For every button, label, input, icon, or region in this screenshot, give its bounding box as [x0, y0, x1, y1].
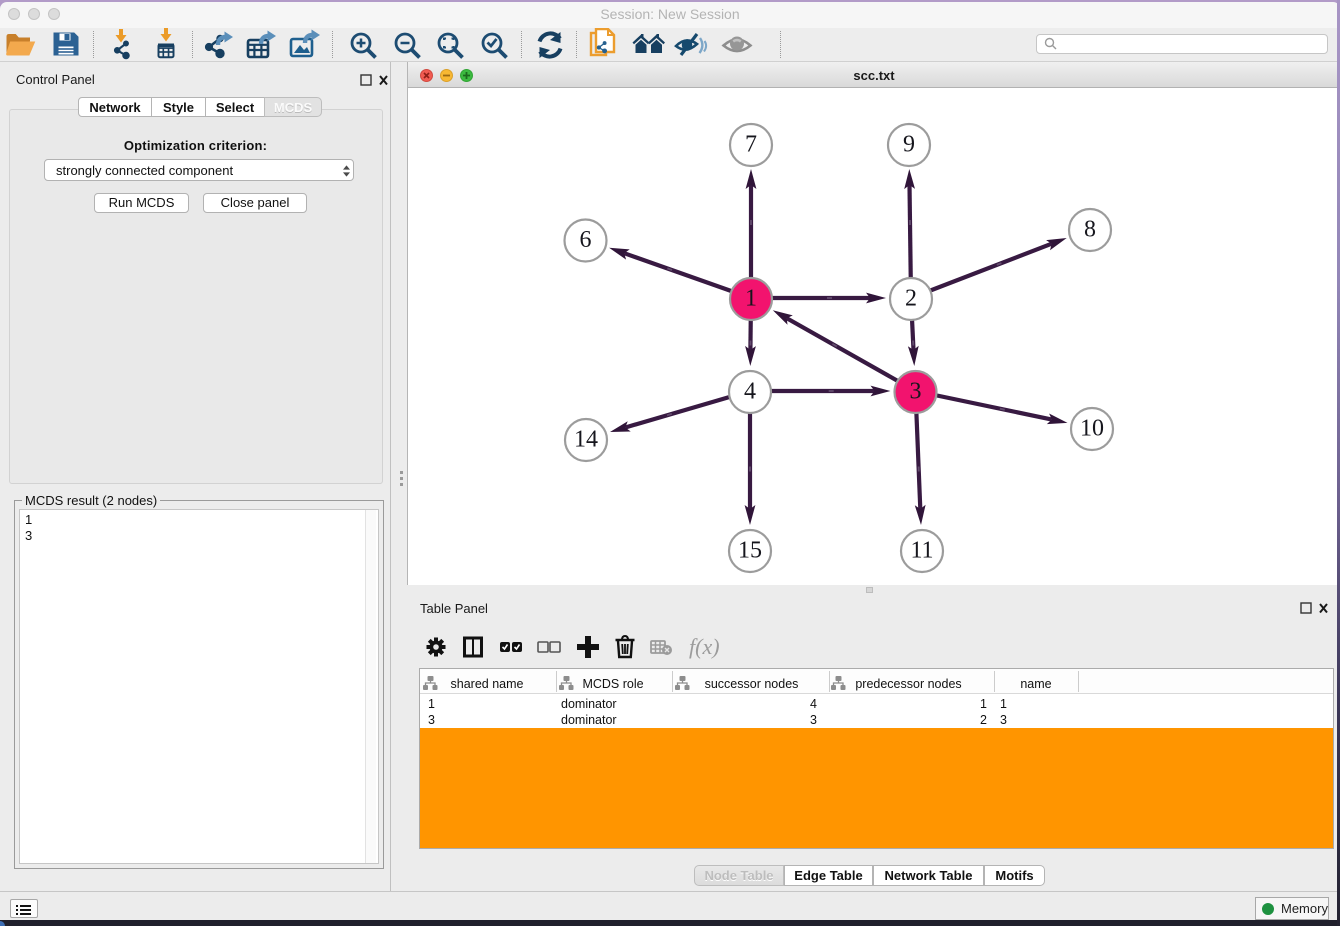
svg-text:1: 1	[745, 286, 757, 312]
svg-text:10: 10	[1080, 416, 1104, 442]
svg-text:14: 14	[574, 427, 598, 453]
svg-text:6: 6	[580, 227, 592, 253]
svg-text:8: 8	[1084, 217, 1096, 243]
svg-text:11: 11	[910, 538, 933, 564]
svg-text:3: 3	[910, 379, 922, 405]
svg-text:15: 15	[738, 538, 762, 564]
svg-text:9: 9	[903, 132, 915, 158]
svg-text:4: 4	[744, 379, 756, 405]
svg-text:7: 7	[745, 132, 757, 158]
svg-text:f(x): f(x)	[689, 634, 720, 659]
svg-text:2: 2	[905, 286, 917, 312]
